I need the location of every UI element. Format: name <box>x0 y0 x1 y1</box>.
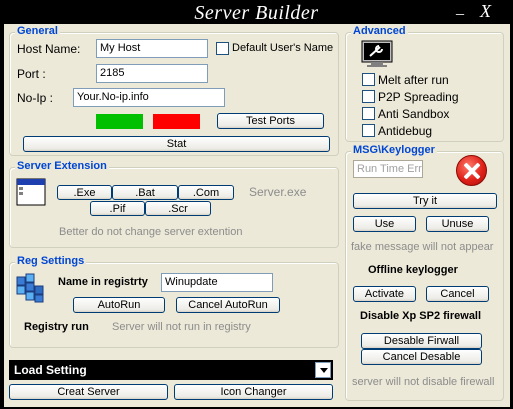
advanced-group: Advanced Melt after run P2P Spreading An… <box>345 25 504 142</box>
host-name-label: Host Name: <box>17 42 81 56</box>
ext-pif-button[interactable]: .Pif <box>90 201 145 216</box>
antidebug-checkbox[interactable] <box>362 124 375 137</box>
ext-exe-button[interactable]: .Exe <box>57 185 112 200</box>
minimize-button[interactable]: _ <box>456 0 476 20</box>
host-name-input[interactable]: My Host <box>96 39 208 58</box>
status-red-indicator <box>153 114 200 129</box>
port-input[interactable]: 2185 <box>96 64 208 83</box>
stat-button[interactable]: Stat <box>23 136 330 152</box>
close-button[interactable]: X <box>480 1 502 21</box>
port-label: Port : <box>17 67 46 81</box>
p2p-spreading-checkbox[interactable] <box>362 90 375 103</box>
window-title: Server Builder <box>194 2 319 24</box>
disable-firewall-button[interactable]: Desable Firwall <box>361 333 482 349</box>
reg-settings-title: Reg Settings <box>15 255 87 267</box>
extension-hint: Better do not change server extention <box>59 226 243 238</box>
server-extension-group: Server Extension .Exe .Bat .Com .Pif .Sc… <box>9 160 339 248</box>
registry-run-status: Server will not run in registry <box>112 321 251 333</box>
melt-after-run-checkbox[interactable] <box>362 73 375 86</box>
noip-input[interactable]: Your.No-ip.info <box>73 88 225 107</box>
noip-label: No-Ip : <box>17 91 54 105</box>
firewall-title: Disable Xp SP2 firewall <box>360 310 482 322</box>
registry-name-input[interactable]: Winupdate <box>161 273 273 292</box>
ext-scr-button[interactable]: .Scr <box>145 201 211 216</box>
default-user-label: Default User's Name <box>232 42 334 54</box>
status-green-indicator <box>96 114 143 129</box>
create-server-button[interactable]: Creat Server <box>9 384 168 400</box>
ext-com-button[interactable]: .Com <box>178 185 234 200</box>
fake-message-status: fake message will not appear <box>351 241 494 253</box>
title-bar: Server Builder _ X <box>0 0 513 24</box>
cancel-keylogger-button[interactable]: Cancel <box>426 286 489 302</box>
melt-after-run-label: Melt after run <box>378 73 449 87</box>
advanced-title: Advanced <box>351 25 408 37</box>
msg-keylogger-group: MSG\Keylogger Run Time Error Try it Use … <box>345 144 504 401</box>
server-extension-title: Server Extension <box>15 160 109 172</box>
anti-sandbox-label: Anti Sandbox <box>378 107 450 121</box>
test-ports-button[interactable]: Test Ports <box>217 113 324 129</box>
cancel-autorun-button[interactable]: Cancel AutoRun <box>176 297 280 313</box>
registry-run-label: Registry run <box>24 321 89 333</box>
ext-bat-button[interactable]: .Bat <box>112 185 178 200</box>
offline-keylogger-title: Offline keylogger <box>368 264 458 276</box>
load-setting-value: Load Setting <box>14 363 87 377</box>
antidebug-label: Antidebug <box>378 124 433 138</box>
server-filename: Server.exe <box>249 185 307 199</box>
use-button[interactable]: Use <box>353 216 416 232</box>
wrench-monitor-icon <box>361 40 393 67</box>
p2p-spreading-label: P2P Spreading <box>378 90 459 104</box>
general-group: General Host Name: My Host Default User'… <box>9 25 339 156</box>
anti-sandbox-checkbox[interactable] <box>362 107 375 120</box>
try-it-button[interactable]: Try it <box>353 193 497 209</box>
window-client: General Host Name: My Host Default User'… <box>4 24 510 407</box>
chevron-down-icon[interactable] <box>315 362 331 378</box>
activate-button[interactable]: Activate <box>353 286 416 302</box>
fake-message-input[interactable]: Run Time Error <box>353 160 423 178</box>
error-icon <box>456 155 487 186</box>
load-setting-select[interactable]: Load Setting <box>9 360 333 380</box>
unuse-button[interactable]: Unuse <box>426 216 489 232</box>
msg-keylogger-title: MSG\Keylogger <box>351 144 437 156</box>
cancel-disable-button[interactable]: Cancel Desable <box>361 349 482 365</box>
name-in-registry-label: Name in registrty <box>58 276 148 288</box>
firewall-status: server will not disable firewall <box>352 376 495 388</box>
autorun-button[interactable]: AutoRun <box>73 297 165 313</box>
default-user-checkbox[interactable] <box>216 42 229 55</box>
general-title: General <box>15 25 60 37</box>
registry-icon <box>16 273 44 303</box>
reg-settings-group: Reg Settings Name in registrty Winupdate… <box>9 255 339 348</box>
icon-changer-button[interactable]: Icon Changer <box>174 384 333 400</box>
window-icon <box>16 178 46 206</box>
